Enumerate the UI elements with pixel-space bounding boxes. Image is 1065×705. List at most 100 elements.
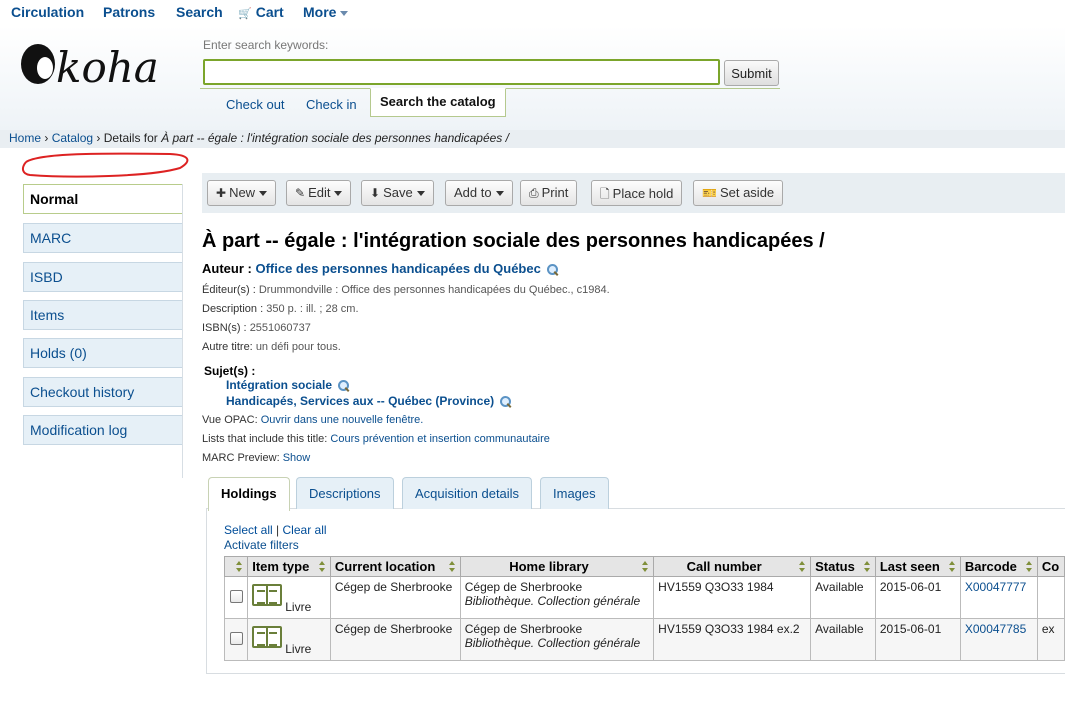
sidebar-item-modification-log[interactable]: Modification log (23, 415, 183, 445)
home-library-collection: Bibliothèque. Collection générale (464, 594, 641, 608)
subject-link[interactable]: Intégration sociale (226, 378, 332, 392)
sidebar-item-marc[interactable]: MARC (23, 223, 183, 253)
column-header-barcode[interactable]: Barcode (959, 556, 1038, 577)
search-input[interactable] (203, 59, 720, 85)
barcode-cell: X00047785 (959, 618, 1038, 661)
column-header-call-number[interactable]: Call number (653, 556, 812, 577)
isbn-label: ISBN(s) : (202, 322, 247, 334)
other-title-value: un défi pour tous. (255, 341, 341, 353)
tab-images[interactable]: Images (540, 477, 609, 509)
header: koha Enter search keywords: Submit Check… (0, 26, 1065, 130)
barcode-link[interactable]: X00047777 (965, 580, 1026, 594)
holdings-table: Item type Current location Home library … (223, 556, 1065, 661)
item-type-cell: Livre (247, 576, 331, 619)
sidebar-item-holds[interactable]: Holds (0) (23, 338, 183, 368)
extra-cell: ex (1036, 618, 1065, 661)
barcode-link[interactable]: X00047785 (965, 622, 1026, 636)
koha-logo[interactable]: koha (18, 40, 178, 92)
other-title-label: Autre titre: (202, 341, 253, 353)
column-header-label: Item type (252, 559, 310, 574)
breadcrumb-home[interactable]: Home (9, 131, 41, 145)
marc-preview-link[interactable]: Show (283, 452, 311, 464)
nav-patrons[interactable]: Patrons (103, 4, 155, 20)
tab-search-catalog[interactable]: Search the catalog (370, 88, 506, 117)
add-to-button[interactable]: Add to (445, 180, 513, 206)
breadcrumb-separator: › (96, 131, 101, 145)
column-header-extra[interactable]: Co (1036, 556, 1065, 577)
tab-check-out[interactable]: Check out (226, 97, 285, 112)
save-button[interactable]: ⬇ Save (361, 180, 434, 206)
book-icon (252, 626, 283, 648)
clear-all-link[interactable]: Clear all (283, 523, 327, 537)
opac-line: Vue OPAC: Ouvrir dans une nouvelle fenêt… (202, 414, 423, 426)
column-header-label: Current location (334, 559, 436, 574)
breadcrumb: Home › Catalog › Details for À part -- é… (0, 130, 1065, 148)
author-link[interactable]: Office des personnes handicapées du Québ… (255, 261, 540, 276)
edit-button[interactable]: ✎ Edit (286, 180, 352, 206)
edit-button-label: Edit (308, 185, 331, 200)
sidebar-item-isbd[interactable]: ISBD (23, 262, 183, 292)
column-header-label: Barcode (964, 559, 1017, 574)
description-line: Description : 350 p. : ill. ; 28 cm. (202, 303, 359, 315)
description-label: Description : (202, 303, 264, 315)
print-button[interactable]: ⎙ Print (520, 180, 578, 206)
isbn-value: 2551060737 (249, 322, 311, 334)
extra-cell (1036, 576, 1065, 619)
breadcrumb-catalog[interactable]: Catalog (52, 131, 93, 145)
column-header-item-type[interactable]: Item type (247, 556, 331, 577)
tab-descriptions[interactable]: Descriptions (296, 477, 394, 509)
isbn-line: ISBN(s) : 2551060737 (202, 322, 311, 334)
sort-icon (642, 561, 649, 573)
breadcrumb-separator: › (44, 131, 49, 145)
column-header-home-library[interactable]: Home library (459, 556, 655, 577)
ticket-icon: 🎫 (702, 186, 717, 200)
nav-cart[interactable]: 🛒 Cart (238, 4, 284, 20)
home-library-name: Cégep de Sherbrooke (464, 580, 583, 594)
nav-more[interactable]: More (303, 4, 349, 20)
record-title: À part -- égale : l'intégration sociale … (202, 230, 825, 252)
sidebar-item-normal[interactable]: Normal (23, 184, 183, 214)
magnifier-icon[interactable] (337, 379, 350, 392)
item-type-label: Livre (285, 642, 312, 656)
magnifier-icon[interactable] (499, 395, 512, 408)
column-header-current-location[interactable]: Current location (329, 556, 461, 577)
column-header-last-seen[interactable]: Last seen (874, 556, 961, 577)
subject-link[interactable]: Handicapés, Services aux -- Québec (Prov… (226, 394, 494, 408)
breadcrumb-details-title: À part -- égale : l'intégration sociale … (161, 131, 509, 145)
nav-search[interactable]: Search (176, 4, 223, 20)
caret-down-icon (495, 191, 504, 197)
marc-preview-line: MARC Preview: Show (202, 452, 310, 464)
row-checkbox[interactable] (229, 631, 243, 645)
submit-button[interactable]: Submit (724, 60, 779, 86)
column-header-checkbox[interactable] (223, 556, 249, 577)
tab-acquisition-details[interactable]: Acquisition details (402, 477, 533, 509)
sidebar-item-checkout-history[interactable]: Checkout history (23, 377, 183, 407)
search-tabs: Check out Check in Search the catalog (200, 88, 780, 118)
lists-link[interactable]: Cours prévention et insertion communauta… (330, 433, 550, 445)
column-header-status[interactable]: Status (810, 556, 876, 577)
sort-icon (799, 561, 806, 573)
koha-logo-mark: koha (21, 43, 159, 92)
book-icon (252, 584, 283, 606)
nav-circulation[interactable]: Circulation (11, 4, 84, 20)
opac-link[interactable]: Ouvrir dans une nouvelle fenêtre. (261, 414, 424, 426)
home-library-name: Cégep de Sherbrooke (464, 622, 583, 636)
tab-holdings[interactable]: Holdings (208, 477, 290, 511)
select-all-link[interactable]: Select all (224, 523, 273, 537)
row-checkbox[interactable] (229, 589, 243, 603)
new-button[interactable]: ✚ New (207, 180, 277, 206)
sort-icon (448, 561, 456, 573)
activate-filters-link[interactable]: Activate filters (224, 538, 299, 552)
set-aside-button[interactable]: 🎫 Set aside (693, 180, 784, 206)
nav-cart-label: Cart (255, 4, 284, 20)
caret-down-icon (259, 191, 268, 197)
magnifier-icon[interactable] (546, 263, 559, 276)
table-header-row: Item type Current location Home library … (223, 556, 1065, 577)
sidebar-item-items[interactable]: Items (23, 300, 183, 330)
last-seen-cell: 2015-06-01 (874, 618, 961, 661)
item-type-label: Livre (285, 600, 312, 614)
subjects-label: Sujet(s) : (204, 364, 256, 378)
set-aside-button-label: Set aside (719, 185, 775, 200)
tab-check-in[interactable]: Check in (306, 97, 357, 112)
place-hold-button[interactable]: 🗋 Place hold (591, 180, 683, 206)
